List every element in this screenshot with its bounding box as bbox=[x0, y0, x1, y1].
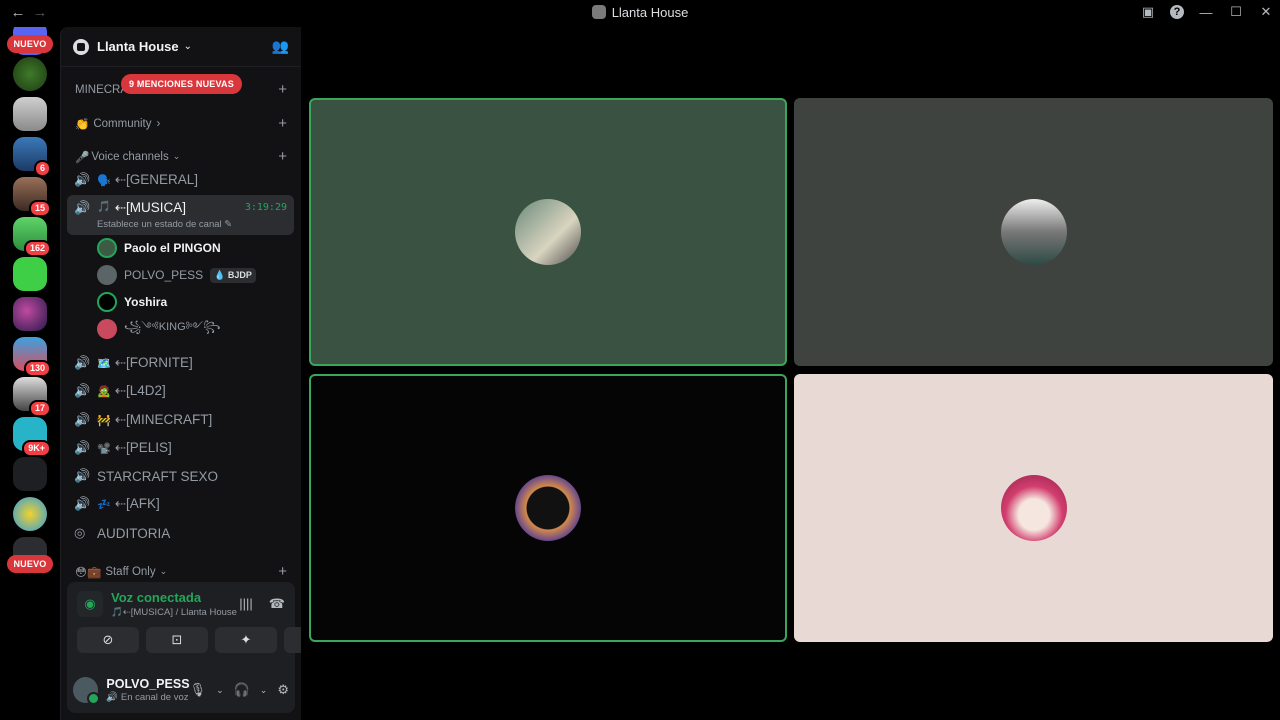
server-icon[interactable]: 9K+ bbox=[13, 417, 51, 457]
voice-stage bbox=[301, 27, 1280, 720]
category-staff-only[interactable]: 😳💼 Staff Only ⌄ + bbox=[75, 563, 287, 580]
unread-badge: 130 bbox=[23, 360, 51, 377]
server-icon[interactable]: 15 bbox=[13, 177, 51, 217]
participant-tile[interactable] bbox=[794, 374, 1273, 642]
username[interactable]: POLVO_PESS bbox=[106, 677, 189, 691]
participant-tile[interactable] bbox=[794, 98, 1273, 366]
chevron-down-icon: ⌄ bbox=[183, 41, 193, 52]
activities-button[interactable]: ✦ bbox=[215, 627, 277, 653]
category-community[interactable]: 👏 Community › + bbox=[75, 115, 287, 132]
avatar bbox=[97, 319, 117, 339]
voice-channel-minecraft[interactable]: 🔊 🚧 ⇠[MINECRAFT] bbox=[67, 406, 294, 434]
server-icon[interactable]: 162 bbox=[13, 217, 51, 257]
add-channel-icon[interactable]: + bbox=[278, 115, 287, 132]
server-icon[interactable] bbox=[13, 257, 47, 291]
unread-badge: 9K+ bbox=[22, 440, 51, 457]
title-bar: ← → Llanta House ▣ ? — ☐ ✕ bbox=[0, 0, 1280, 27]
add-channel-icon[interactable]: + bbox=[278, 148, 287, 165]
chevron-down-icon[interactable]: ⌄ bbox=[260, 685, 268, 696]
server-icon[interactable]: 6 bbox=[13, 137, 51, 177]
speaker-icon: 🔊 bbox=[74, 496, 91, 511]
minimize-icon[interactable]: — bbox=[1198, 5, 1214, 20]
new-servers-pill[interactable]: NUEVO bbox=[7, 555, 53, 573]
microphone-icon[interactable]: 🎙 bbox=[190, 682, 207, 698]
speaker-icon: 🔊 bbox=[74, 200, 91, 215]
add-channel-icon[interactable]: + bbox=[278, 563, 287, 580]
inbox-icon[interactable]: ▣ bbox=[1140, 4, 1156, 20]
signal-icon[interactable]: ◉ bbox=[77, 591, 103, 617]
invite-people-icon[interactable]: 👥 bbox=[272, 38, 289, 55]
new-servers-pill[interactable]: NUEVO bbox=[7, 35, 53, 53]
new-mentions-pill[interactable]: 9 MENCIONES NUEVAS bbox=[121, 74, 242, 94]
speaker-icon: 🔊 bbox=[74, 412, 91, 427]
voice-member[interactable]: Yoshira bbox=[97, 290, 167, 314]
voice-channel-l4d2[interactable]: 🔊 🧟 ⇠[L4D2] bbox=[67, 377, 294, 405]
call-timer: 3:19:29 bbox=[244, 202, 287, 213]
unread-badge: 17 bbox=[28, 400, 51, 417]
server-badge-icon bbox=[73, 38, 89, 55]
stage-icon: ◎ bbox=[74, 525, 86, 540]
speaker-icon: 🔊 bbox=[74, 355, 91, 370]
user-status: 🔊 En canal de voz bbox=[106, 692, 189, 703]
clan-tag: 💧 BJDP bbox=[210, 267, 256, 283]
noise-suppression-icon[interactable]: |||| bbox=[239, 596, 253, 612]
server-icon[interactable] bbox=[13, 57, 47, 91]
avatar bbox=[515, 199, 581, 265]
disconnect-icon[interactable]: ☎ bbox=[269, 596, 285, 612]
avatar[interactable] bbox=[73, 677, 101, 705]
user-panel: POLVO_PESS 🔊 En canal de voz 🎙 ⌄ 🎧 ⌄ ⚙ bbox=[67, 667, 295, 713]
server-header[interactable]: Llanta House ⌄ 👥 bbox=[61, 27, 301, 67]
server-icon[interactable]: 17 bbox=[13, 377, 51, 417]
help-icon[interactable]: ? bbox=[1170, 5, 1184, 19]
voice-channel-afk[interactable]: 🔊 💤 ⇠[AFK] bbox=[67, 490, 294, 518]
server-icon[interactable] bbox=[13, 97, 47, 131]
speaker-icon: 🔊 bbox=[74, 468, 91, 483]
avatar bbox=[97, 292, 117, 312]
avatar bbox=[97, 265, 117, 285]
unread-badge: 15 bbox=[28, 200, 51, 217]
speaker-icon: 🔊 bbox=[74, 440, 91, 455]
close-icon[interactable]: ✕ bbox=[1258, 4, 1274, 20]
camera-toggle-button[interactable]: ⊘ bbox=[77, 627, 139, 653]
server-icon[interactable] bbox=[13, 297, 47, 331]
server-icon[interactable]: 130 bbox=[13, 337, 51, 377]
voice-channel-path[interactable]: 🎵⇠[MUSICA] / Llanta House bbox=[111, 607, 237, 618]
avatar bbox=[515, 475, 581, 541]
avatar bbox=[97, 238, 117, 258]
channel-status[interactable]: Establece un estado de canal ✎ bbox=[97, 219, 232, 230]
server-icon[interactable] bbox=[13, 497, 47, 531]
voice-member[interactable]: ꧁༺KING༻꧂ bbox=[97, 317, 220, 341]
participant-tile[interactable] bbox=[309, 98, 787, 366]
window-title: Llanta House bbox=[0, 5, 1280, 20]
chevron-down-icon[interactable]: ⌄ bbox=[216, 685, 224, 696]
headphones-icon[interactable]: 🎧 bbox=[234, 682, 250, 698]
participant-tile[interactable] bbox=[309, 374, 787, 642]
avatar bbox=[1000, 475, 1067, 541]
voice-channel-general[interactable]: 🔊 🗣️ ⇠[GENERAL] bbox=[67, 166, 294, 194]
voice-channel-pelis[interactable]: 🔊 📽️ ⇠[PELIS] bbox=[67, 434, 294, 462]
speaker-icon: 🔊 bbox=[74, 172, 91, 187]
channel-sidebar: Llanta House ⌄ 👥 MINECRA + 9 MENCIONES N… bbox=[60, 27, 346, 720]
category-voice-channels[interactable]: 🎤 Voice channels ⌄ + bbox=[75, 148, 287, 165]
stage-channel-auditoria[interactable]: ◎ AUDITORIA bbox=[67, 519, 294, 547]
speaker-icon: 🔊 bbox=[74, 383, 91, 398]
server-list: NUEVO 6 15 162 130 17 9K+ NUEVO bbox=[0, 27, 60, 720]
voice-channel-musica[interactable]: 🔊 🎵 ⇠[MUSICA] 3:19:29 Establece un estado… bbox=[67, 195, 294, 235]
screen-share-button[interactable]: ⊡ bbox=[146, 627, 208, 653]
maximize-icon[interactable]: ☐ bbox=[1228, 4, 1244, 20]
voice-member[interactable]: POLVO_PESS 💧 BJDP bbox=[97, 263, 256, 287]
voice-channel-fornite[interactable]: 🔊 🗺️ ⇠[FORNITE] bbox=[67, 349, 294, 377]
unread-badge: 6 bbox=[33, 160, 51, 177]
voice-connected-label[interactable]: Voz conectada bbox=[111, 590, 237, 605]
voice-member[interactable]: Paolo el PINGON bbox=[97, 236, 221, 260]
voice-channel-starcraft[interactable]: 🔊 STARCRAFT SEXO bbox=[67, 462, 294, 490]
avatar bbox=[1000, 199, 1067, 265]
server-icon bbox=[591, 5, 606, 19]
server-icon[interactable] bbox=[13, 457, 47, 491]
unread-badge: 162 bbox=[23, 240, 51, 257]
add-channel-icon[interactable]: + bbox=[278, 81, 287, 98]
settings-gear-icon[interactable]: ⚙ bbox=[277, 682, 289, 698]
server-name: Llanta House bbox=[97, 39, 179, 54]
